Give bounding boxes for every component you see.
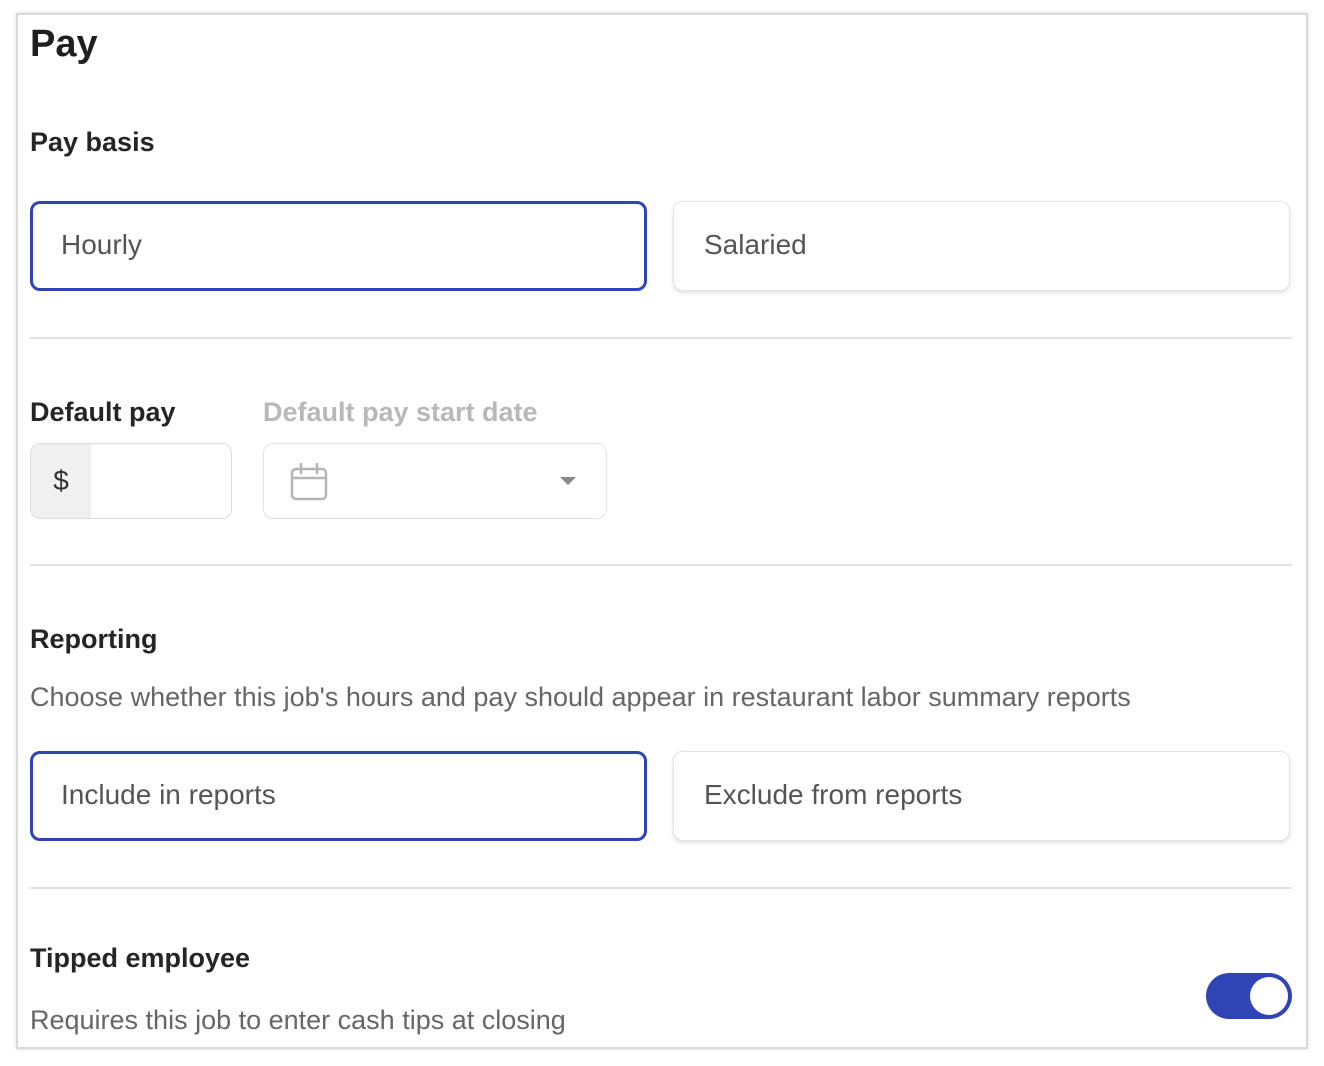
reporting-heading: Reporting xyxy=(30,624,158,654)
option-label: Hourly xyxy=(61,229,142,260)
divider xyxy=(30,564,1292,566)
section-title: Pay xyxy=(30,23,98,65)
option-label: Include in reports xyxy=(61,779,276,810)
default-pay-input[interactable] xyxy=(91,444,231,518)
tipped-employee-heading: Tipped employee xyxy=(30,943,251,973)
caret-down-icon xyxy=(560,477,576,485)
option-label: Exclude from reports xyxy=(704,779,963,810)
calendar-icon xyxy=(290,462,328,506)
pay-basis-heading: Pay basis xyxy=(30,127,155,157)
tipped-employee-toggle[interactable] xyxy=(1206,973,1292,1019)
toggle-knob xyxy=(1250,977,1288,1015)
default-pay-start-date-heading: Default pay start date xyxy=(263,397,538,427)
pay-card: Pay Pay basis Hourly Salaried Default pa… xyxy=(16,13,1308,1049)
reporting-option-include[interactable]: Include in reports xyxy=(30,751,647,841)
reporting-option-exclude[interactable]: Exclude from reports xyxy=(673,751,1290,841)
divider xyxy=(30,887,1292,889)
currency-prefix: $ xyxy=(31,444,91,518)
pay-basis-option-salaried[interactable]: Salaried xyxy=(673,201,1290,291)
default-pay-field: $ xyxy=(30,443,232,519)
reporting-description: Choose whether this job's hours and pay … xyxy=(30,682,1131,712)
option-label: Salaried xyxy=(704,229,807,260)
pay-basis-option-hourly[interactable]: Hourly xyxy=(30,201,647,291)
divider xyxy=(30,337,1292,339)
tipped-employee-description: Requires this job to enter cash tips at … xyxy=(30,1005,566,1035)
default-pay-start-date-picker[interactable] xyxy=(263,443,607,519)
default-pay-heading: Default pay xyxy=(30,397,176,427)
